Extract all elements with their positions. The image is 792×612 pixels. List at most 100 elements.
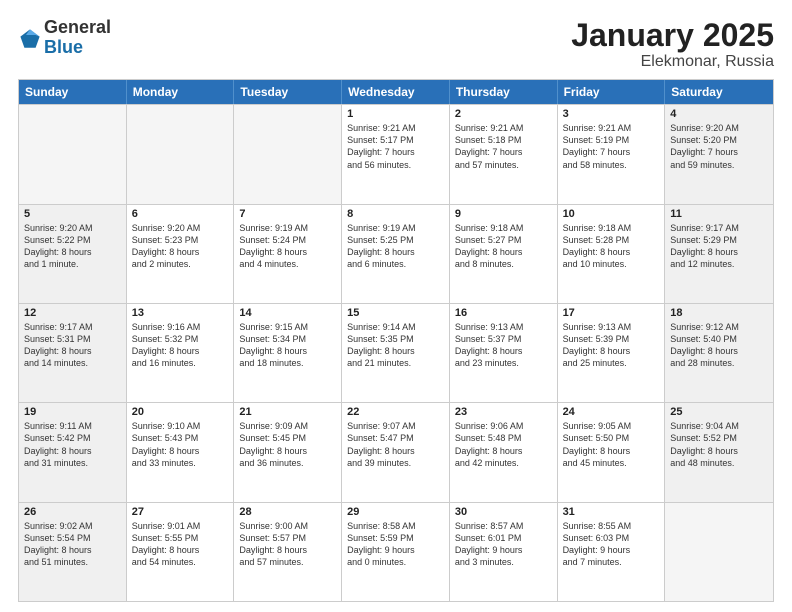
calendar-cell: 21 Sunrise: 9:09 AM Sunset: 5:45 PM Dayli… bbox=[234, 403, 342, 501]
day-number: 29 bbox=[347, 506, 444, 518]
header: General Blue January 2025 Elekmonar, Rus… bbox=[18, 18, 774, 71]
calendar-cell: 3Sunrise: 9:21 AM Sunset: 5:19 PM Daylig… bbox=[558, 105, 666, 203]
day-info: Sunrise: 9:11 AM Sunset: 5:42 PM Dayligh… bbox=[24, 420, 121, 469]
day-number: 26 bbox=[24, 506, 121, 518]
calendar-cell: 1Sunrise: 9:21 AM Sunset: 5:17 PM Daylig… bbox=[342, 105, 450, 203]
day-number: 20 bbox=[132, 406, 229, 418]
day-info: Sunrise: 9:15 AM Sunset: 5:34 PM Dayligh… bbox=[239, 321, 336, 370]
day-number: 12 bbox=[24, 307, 121, 319]
calendar-cell: 24Sunrise: 9:05 AM Sunset: 5:50 PM Dayli… bbox=[558, 403, 666, 501]
calendar-row: 1Sunrise: 9:21 AM Sunset: 5:17 PM Daylig… bbox=[19, 104, 773, 203]
day-info: Sunrise: 8:55 AM Sunset: 6:03 PM Dayligh… bbox=[563, 520, 660, 569]
day-number: 19 bbox=[24, 406, 121, 418]
day-info: Sunrise: 9:13 AM Sunset: 5:37 PM Dayligh… bbox=[455, 321, 552, 370]
calendar-cell bbox=[665, 503, 773, 601]
weekday-header: Monday bbox=[127, 80, 235, 104]
title-block: January 2025 Elekmonar, Russia bbox=[571, 18, 774, 71]
calendar-cell: 9Sunrise: 9:18 AM Sunset: 5:27 PM Daylig… bbox=[450, 205, 558, 303]
calendar-body: 1Sunrise: 9:21 AM Sunset: 5:17 PM Daylig… bbox=[19, 104, 773, 601]
day-number: 28 bbox=[239, 506, 336, 518]
day-number: 15 bbox=[347, 307, 444, 319]
calendar-cell: 4 Sunrise: 9:20 AM Sunset: 5:20 PM Daylig… bbox=[665, 105, 773, 203]
day-info: Sunrise: 9:20 AM Sunset: 5:22 PM Dayligh… bbox=[24, 222, 121, 271]
day-number: 31 bbox=[563, 506, 660, 518]
calendar-cell: 28Sunrise: 9:00 AM Sunset: 5:57 PM Dayli… bbox=[234, 503, 342, 601]
day-info: Sunrise: 9:19 AM Sunset: 5:25 PM Dayligh… bbox=[347, 222, 444, 271]
logo-general: General bbox=[44, 18, 111, 38]
calendar-cell: 14 Sunrise: 9:15 AM Sunset: 5:34 PM Dayli… bbox=[234, 304, 342, 402]
calendar-cell: 11 Sunrise: 9:17 AM Sunset: 5:29 PM Dayli… bbox=[665, 205, 773, 303]
calendar-cell: 8 Sunrise: 9:19 AM Sunset: 5:25 PM Daylig… bbox=[342, 205, 450, 303]
calendar-cell: 13Sunrise: 9:16 AM Sunset: 5:32 PM Dayli… bbox=[127, 304, 235, 402]
calendar-cell: 7 Sunrise: 9:19 AM Sunset: 5:24 PM Daylig… bbox=[234, 205, 342, 303]
calendar-cell: 26Sunrise: 9:02 AM Sunset: 5:54 PM Dayli… bbox=[19, 503, 127, 601]
day-number: 21 bbox=[239, 406, 336, 418]
calendar-cell: 25Sunrise: 9:04 AM Sunset: 5:52 PM Dayli… bbox=[665, 403, 773, 501]
day-number: 22 bbox=[347, 406, 444, 418]
day-info: Sunrise: 8:58 AM Sunset: 5:59 PM Dayligh… bbox=[347, 520, 444, 569]
calendar-cell: 31 Sunrise: 8:55 AM Sunset: 6:03 PM Dayli… bbox=[558, 503, 666, 601]
weekday-header: Sunday bbox=[19, 80, 127, 104]
day-number: 13 bbox=[132, 307, 229, 319]
day-number: 30 bbox=[455, 506, 552, 518]
weekday-header: Tuesday bbox=[234, 80, 342, 104]
day-info: Sunrise: 9:18 AM Sunset: 5:28 PM Dayligh… bbox=[563, 222, 660, 271]
weekday-header: Thursday bbox=[450, 80, 558, 104]
calendar-cell: 30Sunrise: 8:57 AM Sunset: 6:01 PM Dayli… bbox=[450, 503, 558, 601]
calendar-cell bbox=[234, 105, 342, 203]
day-number: 5 bbox=[24, 208, 121, 220]
calendar: SundayMondayTuesdayWednesdayThursdayFrid… bbox=[18, 79, 774, 602]
day-info: Sunrise: 9:17 AM Sunset: 5:31 PM Dayligh… bbox=[24, 321, 121, 370]
day-info: Sunrise: 9:19 AM Sunset: 5:24 PM Dayligh… bbox=[239, 222, 336, 271]
calendar-cell: 22Sunrise: 9:07 AM Sunset: 5:47 PM Dayli… bbox=[342, 403, 450, 501]
day-info: Sunrise: 9:01 AM Sunset: 5:55 PM Dayligh… bbox=[132, 520, 229, 569]
day-number: 27 bbox=[132, 506, 229, 518]
logo: General Blue bbox=[18, 18, 111, 58]
page-subtitle: Elekmonar, Russia bbox=[571, 53, 774, 71]
calendar-cell: 5 Sunrise: 9:20 AM Sunset: 5:22 PM Daylig… bbox=[19, 205, 127, 303]
calendar-header: SundayMondayTuesdayWednesdayThursdayFrid… bbox=[19, 80, 773, 104]
day-number: 23 bbox=[455, 406, 552, 418]
day-info: Sunrise: 9:20 AM Sunset: 5:20 PM Dayligh… bbox=[670, 122, 768, 171]
day-info: Sunrise: 9:10 AM Sunset: 5:43 PM Dayligh… bbox=[132, 420, 229, 469]
day-number: 6 bbox=[132, 208, 229, 220]
calendar-cell: 6 Sunrise: 9:20 AM Sunset: 5:23 PM Daylig… bbox=[127, 205, 235, 303]
day-number: 7 bbox=[239, 208, 336, 220]
day-info: Sunrise: 9:09 AM Sunset: 5:45 PM Dayligh… bbox=[239, 420, 336, 469]
day-info: Sunrise: 9:13 AM Sunset: 5:39 PM Dayligh… bbox=[563, 321, 660, 370]
calendar-cell: 15Sunrise: 9:14 AM Sunset: 5:35 PM Dayli… bbox=[342, 304, 450, 402]
page-title: January 2025 bbox=[571, 18, 774, 53]
day-info: Sunrise: 9:21 AM Sunset: 5:18 PM Dayligh… bbox=[455, 122, 552, 171]
day-info: Sunrise: 9:12 AM Sunset: 5:40 PM Dayligh… bbox=[670, 321, 768, 370]
weekday-header: Friday bbox=[558, 80, 666, 104]
calendar-cell: 17 Sunrise: 9:13 AM Sunset: 5:39 PM Dayli… bbox=[558, 304, 666, 402]
day-number: 14 bbox=[239, 307, 336, 319]
day-info: Sunrise: 9:21 AM Sunset: 5:19 PM Dayligh… bbox=[563, 122, 660, 171]
page: General Blue January 2025 Elekmonar, Rus… bbox=[0, 0, 792, 612]
day-number: 9 bbox=[455, 208, 552, 220]
calendar-cell bbox=[19, 105, 127, 203]
calendar-cell: 27 Sunrise: 9:01 AM Sunset: 5:55 PM Dayli… bbox=[127, 503, 235, 601]
day-info: Sunrise: 9:05 AM Sunset: 5:50 PM Dayligh… bbox=[563, 420, 660, 469]
calendar-row: 12 Sunrise: 9:17 AM Sunset: 5:31 PM Dayli… bbox=[19, 303, 773, 402]
calendar-cell: 23Sunrise: 9:06 AM Sunset: 5:48 PM Dayli… bbox=[450, 403, 558, 501]
calendar-cell: 20 Sunrise: 9:10 AM Sunset: 5:43 PM Dayli… bbox=[127, 403, 235, 501]
logo-icon bbox=[18, 27, 42, 51]
calendar-cell: 18 Sunrise: 9:12 AM Sunset: 5:40 PM Dayli… bbox=[665, 304, 773, 402]
calendar-row: 26Sunrise: 9:02 AM Sunset: 5:54 PM Dayli… bbox=[19, 502, 773, 601]
calendar-row: 5 Sunrise: 9:20 AM Sunset: 5:22 PM Daylig… bbox=[19, 204, 773, 303]
day-number: 11 bbox=[670, 208, 768, 220]
day-number: 4 bbox=[670, 108, 768, 120]
day-number: 17 bbox=[563, 307, 660, 319]
calendar-cell: 2Sunrise: 9:21 AM Sunset: 5:18 PM Daylig… bbox=[450, 105, 558, 203]
day-info: Sunrise: 9:20 AM Sunset: 5:23 PM Dayligh… bbox=[132, 222, 229, 271]
calendar-cell: 16Sunrise: 9:13 AM Sunset: 5:37 PM Dayli… bbox=[450, 304, 558, 402]
weekday-header: Wednesday bbox=[342, 80, 450, 104]
day-number: 10 bbox=[563, 208, 660, 220]
day-number: 18 bbox=[670, 307, 768, 319]
calendar-cell bbox=[127, 105, 235, 203]
day-number: 8 bbox=[347, 208, 444, 220]
day-info: Sunrise: 9:17 AM Sunset: 5:29 PM Dayligh… bbox=[670, 222, 768, 271]
day-number: 1 bbox=[347, 108, 444, 120]
day-info: Sunrise: 9:04 AM Sunset: 5:52 PM Dayligh… bbox=[670, 420, 768, 469]
